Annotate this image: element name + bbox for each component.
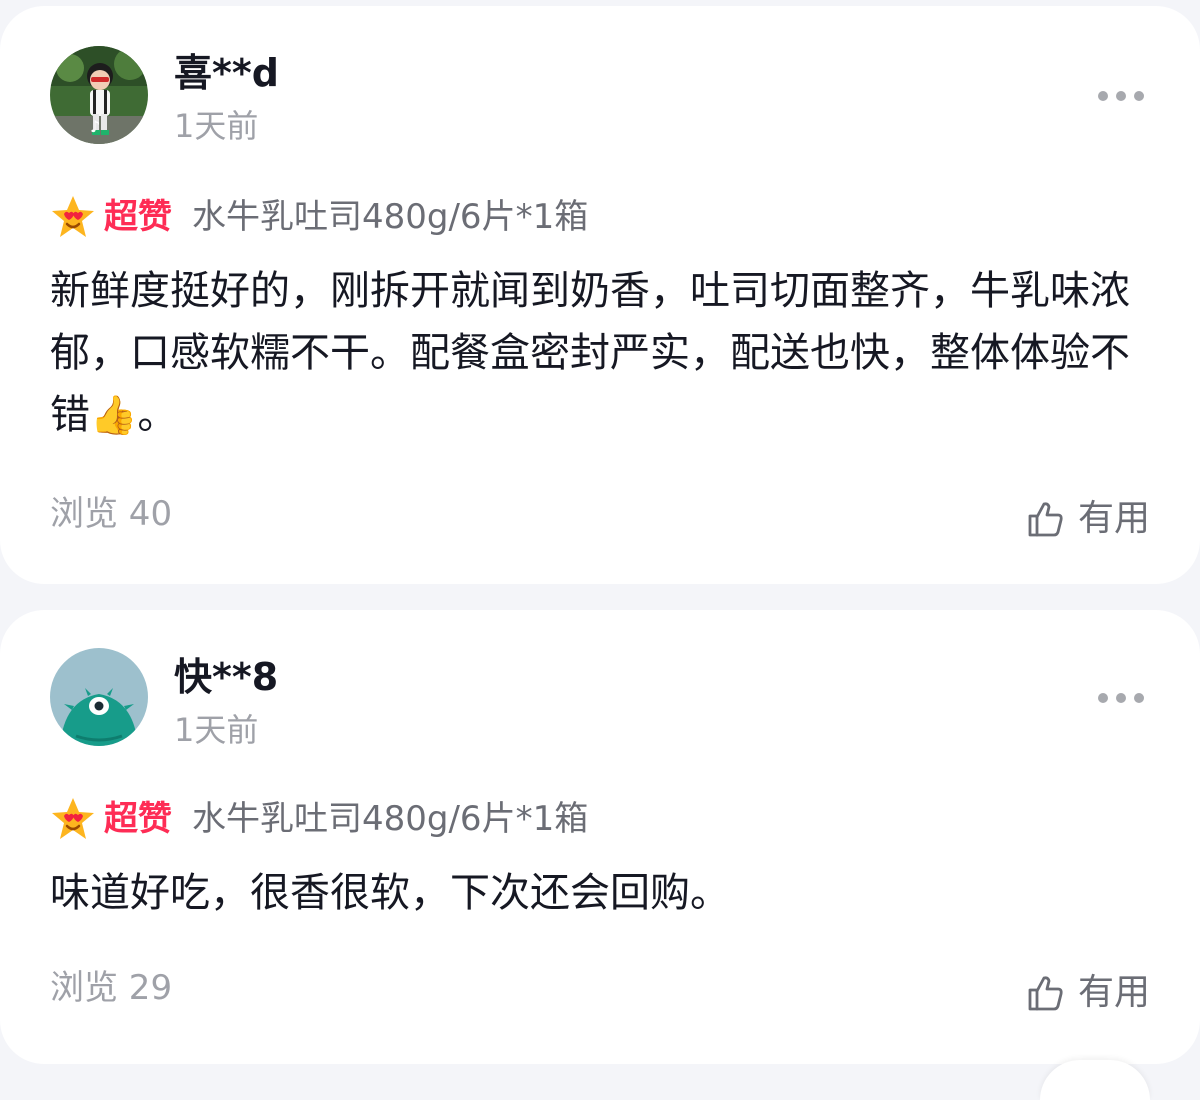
floating-action-edge[interactable] [1040,1060,1150,1100]
helpful-button[interactable]: 有用 [1026,968,1150,1018]
review-text: 味道好吃，很香很软，下次还会回购。 [50,870,730,916]
rating-label: 超赞 [104,197,172,237]
username[interactable]: 喜**d [174,46,279,100]
avatar[interactable] [50,648,148,746]
review-end-punct: 。 [137,392,178,438]
user-photo-avatar-icon: ♪ [50,46,148,144]
star-heart-eyes-icon [52,798,94,839]
svg-text:♪: ♪ [90,117,100,136]
rating-row: 超赞 水牛乳吐司480g/6片*1箱 [50,794,588,844]
review-body: 新鲜度挺好的，刚拆开就闻到奶香，吐司切面整齐，牛乳味浓郁，口感软糯不干。配餐盒密… [50,268,1130,438]
monster-avatar-icon [50,648,148,746]
helpful-label: 有用 [1077,498,1150,539]
star-heart-eyes-icon [52,196,94,237]
product-spec: 水牛乳吐司480g/6片*1箱 [192,799,589,839]
rating-row: 超赞 水牛乳吐司480g/6片*1箱 [50,192,588,242]
avatar[interactable]: ♪ [50,46,148,144]
helpful-label: 有用 [1077,972,1150,1013]
helpful-button[interactable]: 有用 [1026,494,1150,544]
thumbs-up-emoji-icon: 👍 [90,393,138,437]
more-dots-icon[interactable] [1098,688,1144,708]
product-spec: 水牛乳吐司480g/6片*1箱 [192,197,589,237]
review-card: ♪ 喜**d 1天前 超赞 水牛乳吐司480g/6片*1箱 新鲜度挺好的，刚拆开… [0,6,1200,584]
view-count: 浏览 29 [50,968,173,1008]
rating-label: 超赞 [104,799,172,839]
username[interactable]: 快**8 [174,650,278,704]
thumbs-up-outline-icon [1028,502,1063,537]
view-count: 浏览 40 [50,494,173,534]
review-text: 新鲜度挺好的，刚拆开就闻到奶香，吐司切面整齐，牛乳味浓郁，口感软糯不干。配餐盒密… [50,260,1150,446]
review-time: 1天前 [174,711,259,749]
more-dots-icon[interactable] [1098,86,1144,106]
review-time: 1天前 [174,107,259,145]
thumbs-up-outline-icon [1028,976,1063,1011]
review-card: 快**8 1天前 超赞 水牛乳吐司480g/6片*1箱 味道好吃，很香很软，下次… [0,610,1200,1064]
